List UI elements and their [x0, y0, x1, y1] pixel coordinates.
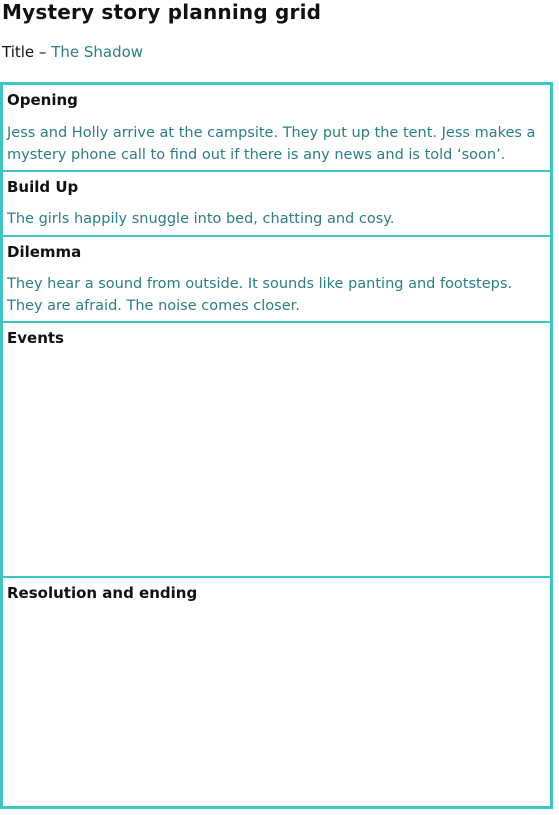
section-heading-events: Events: [7, 329, 64, 347]
planning-grid: Opening Jess and Holly arrive at the cam…: [0, 82, 553, 809]
section-build-up: Build Up The girls happily snuggle into …: [3, 172, 550, 237]
section-text-opening: Jess and Holly arrive at the campsite. T…: [7, 125, 536, 163]
section-text-dilemma: They hear a sound from outside. It sound…: [7, 276, 513, 314]
section-dilemma: Dilemma They hear a sound from outside. …: [3, 237, 550, 323]
section-events: Events: [3, 323, 550, 578]
section-heading-dilemma: Dilemma: [7, 243, 82, 261]
section-resolution: Resolution and ending: [3, 578, 550, 806]
section-heading-build-up: Build Up: [7, 178, 79, 196]
section-opening: Opening Jess and Holly arrive at the cam…: [3, 85, 550, 172]
section-text-build-up: The girls happily snuggle into bed, chat…: [7, 211, 395, 227]
story-title-value: The Shadow: [51, 43, 144, 61]
story-title-label: Title –: [2, 43, 47, 61]
section-heading-resolution: Resolution and ending: [7, 584, 198, 602]
section-heading-opening: Opening: [7, 91, 78, 109]
story-title-line: Title – The Shadow: [2, 43, 143, 61]
page-title: Mystery story planning grid: [2, 0, 322, 24]
